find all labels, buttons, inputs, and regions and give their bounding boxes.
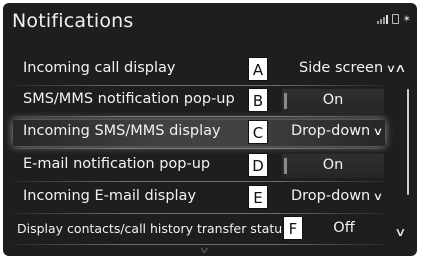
battery-icon [391,14,399,24]
toggle-value: On [322,92,344,108]
toggle-value: Off [333,220,355,236]
bluetooth-icon: ✶ [402,14,411,25]
more-content-hint-icon: ∨ [198,246,211,256]
scroll-up-icon[interactable]: ∧ [394,61,406,75]
setting-row-sms-mms-popup[interactable]: SMS/MMS notification pop-up B On [13,88,385,117]
toggle-button[interactable]: On [282,89,384,113]
setting-label: Display contacts/call history transfer s… [17,221,289,236]
dropdown-value[interactable]: Side screen ∨ [299,60,396,76]
dropdown-value[interactable]: Drop-down ∨ [291,123,384,139]
callout-label: B [248,88,268,112]
setting-label: Incoming SMS/MMS display [23,123,221,139]
callout-label: D [248,153,268,177]
scroll-down-icon[interactable]: ∨ [394,225,406,239]
signal-icon [376,15,388,24]
dropdown-value-text: Drop-down [291,123,371,139]
status-bar: ✶ [376,14,411,25]
setting-label: Incoming call display [23,60,176,76]
setting-label: Incoming E-mail display [23,188,197,204]
dropdown-value-text: Side screen [299,60,384,76]
page-title: Notifications [12,10,134,32]
callout-label: C [248,120,268,144]
toggle-value: On [322,157,344,173]
setting-row-email-popup[interactable]: E-mail notification pop-up D On [13,153,385,182]
setting-row-incoming-sms-mms-display[interactable]: Incoming SMS/MMS display C Drop-down ∨ [13,120,385,149]
setting-label: SMS/MMS notification pop-up [23,91,235,107]
callout-label: F [283,216,303,240]
callout-label: A [248,57,268,81]
notifications-screen: Notifications ✶ Incoming call display A … [3,3,417,256]
setting-label: E-mail notification pop-up [23,156,211,172]
scrollbar[interactable] [407,89,409,195]
toggle-button[interactable]: On [282,154,384,178]
callout-label: E [248,185,268,209]
dropdown-value-text: Drop-down [291,188,371,204]
setting-row-transfer-status[interactable]: Display contacts/call history transfer s… [13,216,385,245]
dropdown-value[interactable]: Drop-down ∨ [291,188,384,204]
chevron-down-icon: ∨ [373,189,384,203]
toggle-button[interactable]: Off [305,217,383,241]
setting-row-incoming-call-display[interactable]: Incoming call display A Side screen ∨ [13,57,396,86]
chevron-down-icon: ∨ [373,124,384,138]
setting-row-incoming-email-display[interactable]: Incoming E-mail display E Drop-down ∨ [13,185,385,214]
